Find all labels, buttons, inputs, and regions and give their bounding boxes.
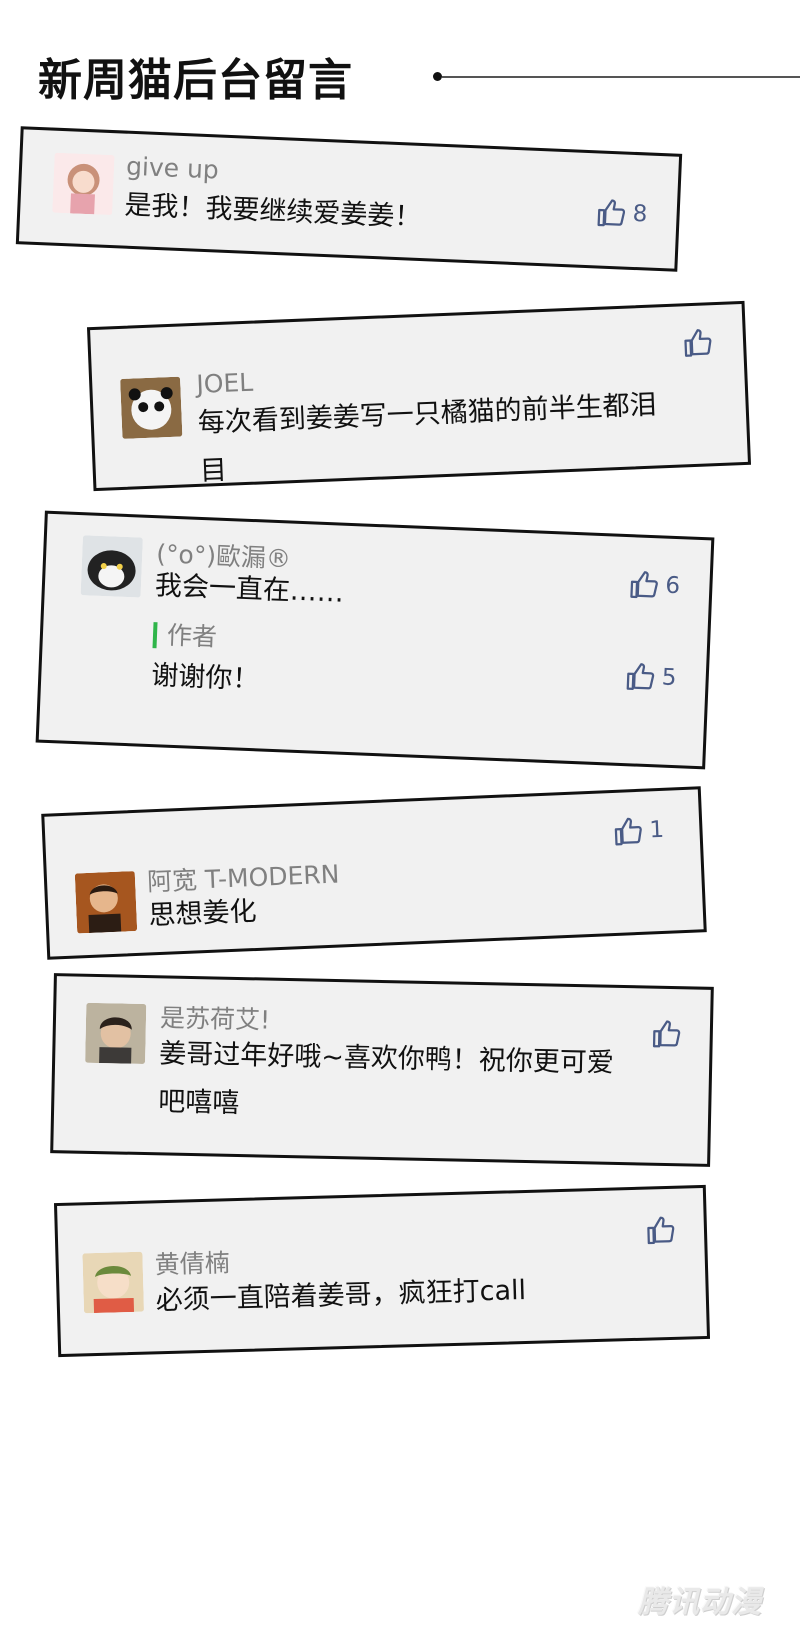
like-button[interactable]: 8 <box>596 197 648 229</box>
comment-text-line: 吧嘻嘻 <box>157 1086 240 1120</box>
like-button[interactable] <box>682 327 713 358</box>
comment-username[interactable]: JOEL <box>196 368 254 399</box>
comment-text: 必须一直陪着姜哥，疯狂打call <box>155 1274 527 1317</box>
comment-text: 是我！我要继续爱姜姜！ <box>123 189 422 234</box>
comment-card: 是苏荷艾! 姜哥过年好哦~喜欢你鸭！祝你更可爱 吧嘻嘻 <box>50 973 714 1167</box>
comment-text: 思想姜化 <box>147 895 258 932</box>
comment-text: 每次看到姜姜写一只橘猫的前半生都泪 目 <box>197 381 659 495</box>
watermark-logo: 腾讯动漫 <box>638 1585 762 1620</box>
title-divider-dot <box>433 72 442 81</box>
cat-avatar-icon[interactable] <box>80 535 143 598</box>
like-button[interactable] <box>646 1215 677 1246</box>
cartoon-avatar-icon[interactable] <box>82 1251 145 1314</box>
author-reply-label: 作者 <box>152 621 218 652</box>
thumbs-up-icon <box>647 1216 675 1245</box>
comment-card: JOEL 每次看到姜姜写一只橘猫的前半生都泪 目 <box>86 300 752 492</box>
comment-username[interactable]: give up <box>126 152 220 185</box>
boy-avatar-icon[interactable] <box>85 1002 147 1065</box>
comment-card: give up 是我！我要继续爱姜姜！ 8 <box>15 126 683 272</box>
comment-text: 姜哥过年好哦~喜欢你鸭！祝你更可爱 吧嘻嘻 <box>158 1030 615 1135</box>
thumbs-up-icon <box>684 329 712 357</box>
like-count: 8 <box>632 200 648 228</box>
reply-like-button[interactable]: 5 <box>625 661 677 693</box>
author-reply-text: 谢谢你！ <box>150 660 260 696</box>
like-count: 5 <box>661 664 677 692</box>
like-button[interactable]: 6 <box>629 569 681 601</box>
thumbs-up-icon <box>626 663 655 691</box>
thumbs-up-icon <box>597 199 626 227</box>
like-count: 6 <box>664 572 681 600</box>
panda-avatar-icon[interactable] <box>120 376 183 439</box>
comment-card: (°o°)歐漏® 我会一直在…… 6 作者 谢谢你！ 5 <box>35 510 715 770</box>
title-divider-line <box>442 76 800 78</box>
man-avatar-icon[interactable] <box>74 871 138 934</box>
page-title: 新周猫后台留言 <box>38 55 353 106</box>
comment-card: 黄倩楠 必须一直陪着姜哥，疯狂打call <box>53 1184 711 1358</box>
thumbs-up-icon <box>630 571 658 599</box>
comment-text: 我会一直在…… <box>154 570 345 609</box>
girl-avatar-icon[interactable] <box>52 152 115 216</box>
like-button[interactable]: 1 <box>613 815 665 847</box>
like-count: 1 <box>648 816 665 844</box>
comment-card: 阿宽 T-MODERN 思想姜化 1 <box>41 786 707 960</box>
thumbs-up-icon <box>614 817 642 846</box>
thumbs-up-icon <box>652 1020 681 1048</box>
like-button[interactable] <box>652 1019 683 1050</box>
